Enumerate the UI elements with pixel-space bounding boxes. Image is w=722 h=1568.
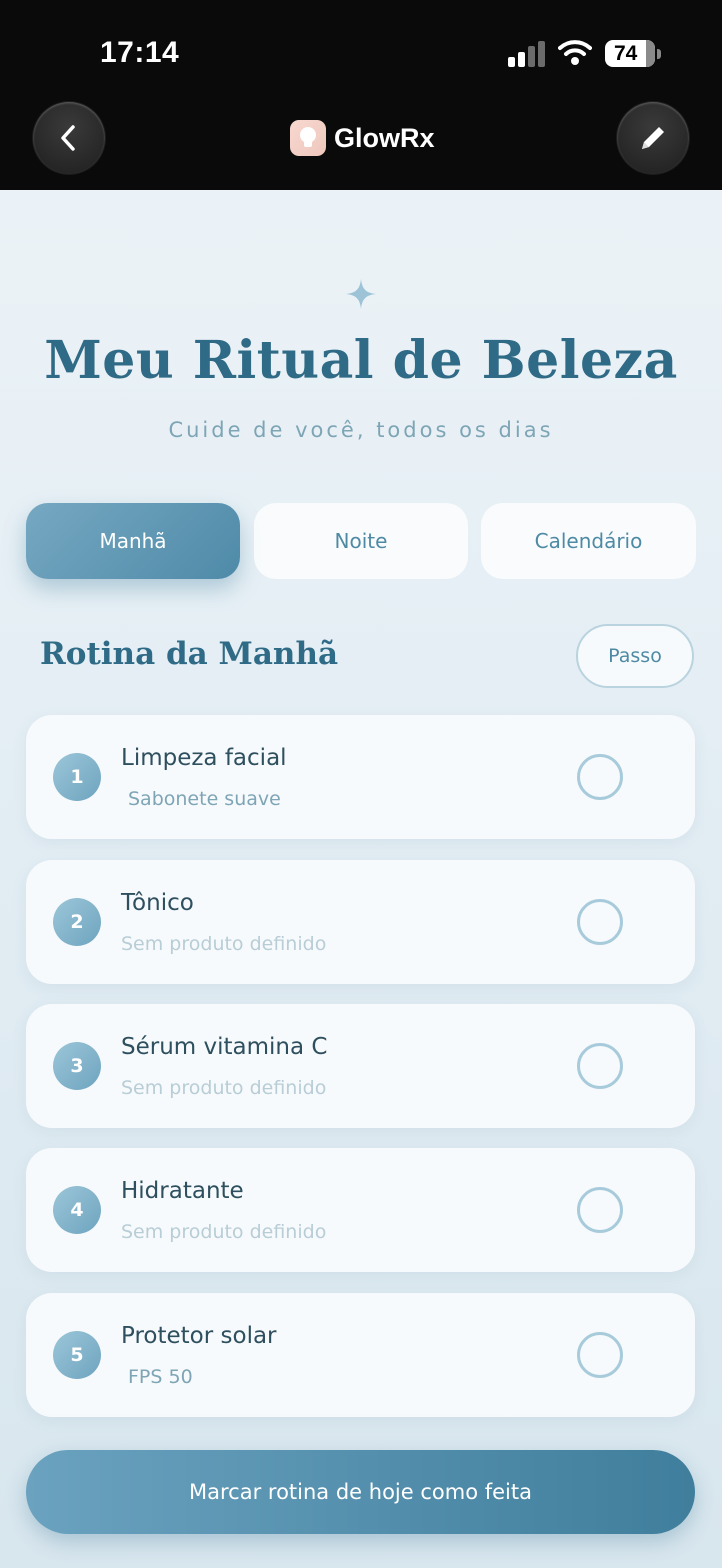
step-number: 4 bbox=[53, 1186, 101, 1234]
step-name: Sérum vitamina C bbox=[121, 1034, 328, 1060]
step-card[interactable]: 2 Tônico Sem produto definido bbox=[26, 860, 695, 984]
step-name: Tônico bbox=[121, 890, 194, 916]
app-brand: GlowRx bbox=[290, 120, 435, 156]
wifi-icon bbox=[558, 40, 592, 65]
sparkle-icon bbox=[346, 279, 376, 309]
tab-night[interactable]: Noite bbox=[254, 503, 468, 579]
step-card[interactable]: 5 Protetor solar FPS 50 bbox=[26, 1293, 695, 1417]
step-checkbox[interactable] bbox=[577, 1332, 623, 1378]
step-card[interactable]: 1 Limpeza facial Sabonete suave bbox=[26, 715, 695, 839]
step-product: Sabonete suave bbox=[128, 788, 281, 810]
step-name: Hidratante bbox=[121, 1178, 244, 1204]
step-card[interactable]: 4 Hidratante Sem produto definido bbox=[26, 1148, 695, 1272]
step-number: 1 bbox=[53, 753, 101, 801]
step-number: 5 bbox=[53, 1331, 101, 1379]
status-time: 17:14 bbox=[100, 36, 180, 69]
step-checkbox[interactable] bbox=[577, 899, 623, 945]
signal-icon bbox=[508, 41, 545, 67]
lightbulb-icon bbox=[290, 120, 326, 156]
step-checkbox[interactable] bbox=[577, 1187, 623, 1233]
app-name: GlowRx bbox=[334, 122, 435, 153]
step-product: Sem produto definido bbox=[121, 1221, 327, 1243]
step-product: FPS 50 bbox=[128, 1366, 193, 1388]
battery-level: 74 bbox=[614, 42, 638, 65]
back-button[interactable] bbox=[33, 102, 105, 174]
edit-button[interactable] bbox=[617, 102, 689, 174]
page-subtitle: Cuide de você, todos os dias bbox=[168, 418, 554, 442]
step-checkbox[interactable] bbox=[577, 754, 623, 800]
pencil-icon bbox=[642, 127, 664, 149]
step-card[interactable]: 3 Sérum vitamina C Sem produto definido bbox=[26, 1004, 695, 1128]
section-title: Rotina da Manhã bbox=[40, 636, 339, 672]
step-name: Limpeza facial bbox=[121, 745, 287, 771]
step-number: 3 bbox=[53, 1042, 101, 1090]
step-product: Sem produto definido bbox=[121, 933, 327, 955]
page-title: Meu Ritual de Beleza bbox=[44, 330, 678, 391]
add-step-button[interactable]: Passo bbox=[576, 624, 694, 688]
mark-routine-done-button[interactable]: Marcar rotina de hoje como feita bbox=[26, 1450, 695, 1534]
step-name: Protetor solar bbox=[121, 1323, 277, 1349]
step-checkbox[interactable] bbox=[577, 1043, 623, 1089]
battery-indicator: 74 bbox=[605, 40, 661, 67]
top-bar: 17:14 74 GlowRx bbox=[0, 0, 722, 190]
tab-calendar[interactable]: Calendário bbox=[481, 503, 696, 579]
step-number: 2 bbox=[53, 898, 101, 946]
tab-morning[interactable]: Manhã bbox=[26, 503, 240, 579]
step-product: Sem produto definido bbox=[121, 1077, 327, 1099]
chevron-left-icon bbox=[61, 125, 75, 151]
